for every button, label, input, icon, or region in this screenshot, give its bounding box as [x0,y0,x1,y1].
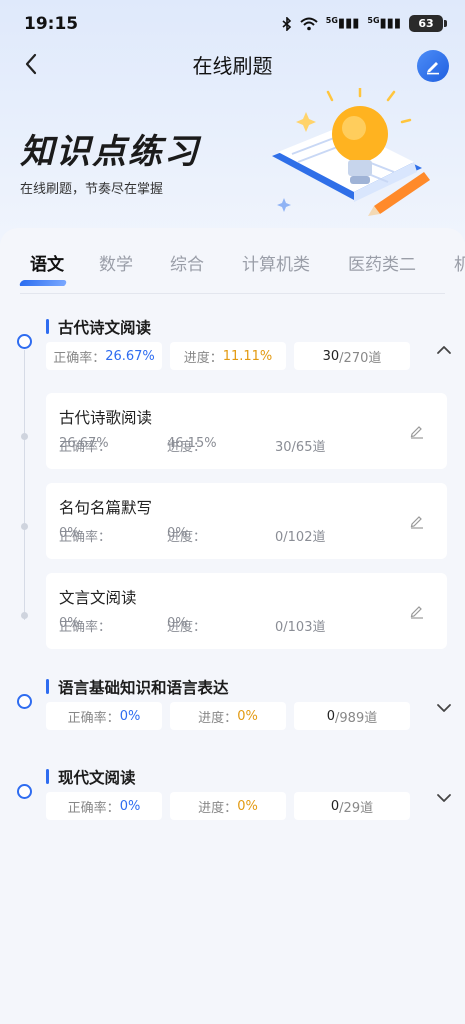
signal-5g-icon-2: 5G▮▮▮ [367,16,401,31]
section-accuracy: 正确率： 26.67% [46,342,162,370]
section-count: 0/29道 [294,792,410,820]
sparkle-icon [296,112,316,132]
section-count: 0/989道 [294,702,410,730]
item-title: 名句名篇默写 [59,499,153,517]
tab-more[interactable]: 机 [454,250,465,275]
page-title: 在线刷题 [192,54,273,78]
chevron-up-icon[interactable] [434,340,454,360]
timeline-dot [21,523,28,530]
chevron-down-icon[interactable] [434,788,454,808]
back-button[interactable] [18,50,46,78]
battery-icon: 63 [409,15,447,32]
section-title[interactable]: 古代诗文阅读 [46,316,151,338]
timeline-dot [21,433,28,440]
list-item[interactable]: 古代诗歌阅读 正确率： 26.67% 进度： 46.15% 30/65道 [46,393,447,469]
section-count: 30/270道 [294,342,410,370]
tabs-divider [20,293,445,294]
edit-button[interactable] [417,50,449,82]
sparkle-icon-2 [277,198,291,212]
wifi-icon [300,17,318,30]
lightbulb-book-illustration [272,88,430,216]
chevron-down-icon[interactable] [434,698,454,718]
timeline-node [17,784,32,799]
edit-icon[interactable] [409,603,425,619]
subject-tabs: 语文 数学 综合 计算机类 医药类二 机 [0,246,465,286]
edit-icon[interactable] [409,513,425,529]
section-accuracy: 正确率： 0% [46,792,162,820]
section-progress: 进度： 0% [170,792,286,820]
tab-computer[interactable]: 计算机类 [242,250,310,275]
timeline-node [17,334,32,349]
active-tab-indicator [18,280,68,286]
section-accuracy: 正确率： 0% [46,702,162,730]
section-title[interactable]: 现代文阅读 [46,766,136,788]
hero-title: 知识点练习 [20,132,200,172]
tab-chinese[interactable]: 语文 [30,250,64,275]
list-item[interactable]: 文言文阅读 正确率： 0% 进度： 0% 0/103道 [46,573,447,649]
bluetooth-icon [282,16,291,31]
status-time: 19:15 [24,14,79,34]
edit-icon[interactable] [409,423,425,439]
section-title[interactable]: 语言基础知识和语言表达 [46,676,229,698]
hero-subtitle: 在线刷题，节奏尽在掌握 [20,182,164,197]
tab-medicine[interactable]: 医药类二 [348,250,416,275]
chevron-left-icon [25,53,37,75]
timeline-line [24,350,25,620]
tab-math[interactable]: 数学 [99,250,133,275]
tab-comprehensive[interactable]: 综合 [170,250,204,275]
timeline-dot [21,612,28,619]
timeline-node [17,694,32,709]
status-bar: 19:15 5G▮▮▮ 5G▮▮▮ 63 [0,0,465,48]
pen-icon [427,62,439,75]
item-title: 文言文阅读 [59,589,137,607]
section-progress: 进度： 0% [170,702,286,730]
section-progress: 进度： 11.11% [170,342,286,370]
signal-5g-icon: 5G▮▮▮ [325,16,360,31]
list-item[interactable]: 名句名篇默写 正确率： 0% 进度： 0% 0/102道 [46,483,447,559]
status-icons: 5G▮▮▮ 5G▮▮▮ 63 [282,15,447,32]
item-title: 古代诗歌阅读 [59,409,153,427]
